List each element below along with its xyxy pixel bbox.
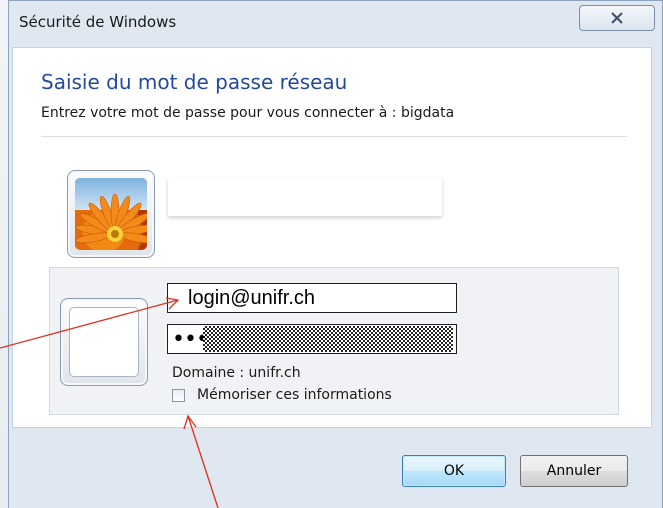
background-strip [0, 0, 8, 508]
remember-checkbox[interactable] [172, 389, 185, 402]
username-input[interactable] [167, 283, 457, 313]
separator [41, 136, 627, 137]
dialog-content: Saisie du mot de passe réseau Entrez vot… [12, 47, 652, 427]
title-bar: Sécurité de Windows [9, 1, 662, 41]
ok-button[interactable]: OK [402, 455, 506, 487]
domain-label: Domaine : unifr.ch [172, 365, 301, 381]
dialog-subheading: Entrez votre mot de passe pour vous conn… [41, 105, 455, 121]
user-tile-flower[interactable] [67, 170, 155, 258]
user-tile-blank[interactable] [60, 298, 148, 386]
selected-user-name-field [168, 178, 442, 216]
cancel-button[interactable]: Annuler [520, 455, 628, 487]
window-title: Sécurité de Windows [19, 13, 177, 31]
blank-user-tile-icon [69, 307, 139, 377]
dialog-heading: Saisie du mot de passe réseau [41, 70, 348, 94]
remember-label[interactable]: Mémoriser ces informations [197, 387, 392, 403]
close-x-icon [611, 12, 623, 24]
footer-separator [12, 427, 652, 428]
flower-user-tile-icon [75, 178, 147, 250]
close-button[interactable] [579, 5, 655, 31]
password-input[interactable]: ••• [167, 324, 457, 354]
credentials-panel: ••• Domaine : unifr.ch Mémoriser ces inf… [49, 267, 619, 415]
password-redaction [203, 326, 453, 352]
